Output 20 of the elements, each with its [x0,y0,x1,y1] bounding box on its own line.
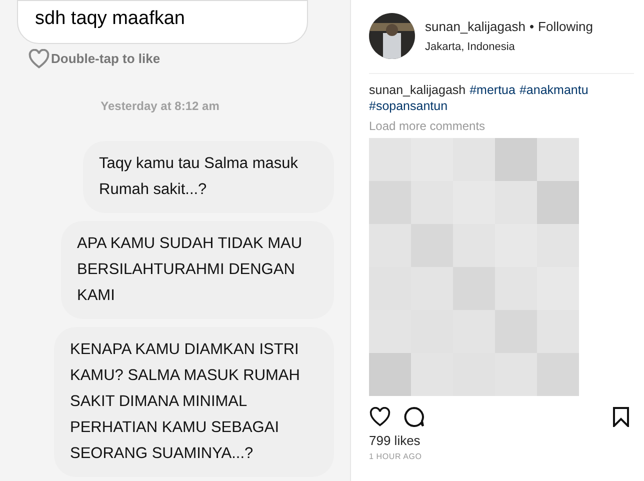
message-bubble: KENAPA KAMU DIAMKAN ISTRI KAMU? SALMA MASUK RUMAH SAKIT DIMANA MINIMAL PERHATIAN KAMU SEBAGAI SEORANG SUAMINYA...? [54,327,334,477]
message-bubble: APA KAMU SUDAH TIDAK MAU BERSILAHTURAHMI DENGAN KAMI [61,221,334,319]
hashtag-link[interactable]: #anakmantu [519,82,588,98]
timestamp: Yesterday at 8:12 am [100,98,220,115]
hashtag-link[interactable]: #sopansantun [369,98,448,114]
likes-count[interactable]: 799 likes [369,433,420,449]
location[interactable]: Jakarta, Indonesia [425,38,593,55]
separator-dot: • [529,18,534,36]
bookmark-icon[interactable] [613,407,629,427]
follow-status[interactable]: Following [538,17,593,36]
like-hint: Double-tap to like [51,50,160,68]
username[interactable]: sunan_kalijagash [425,17,526,36]
caption-username[interactable]: sunan_kalijagash [369,82,466,98]
heart-icon[interactable] [369,407,391,427]
comment-icon[interactable] [403,406,425,428]
avatar[interactable] [369,13,415,59]
message-bubble: sdh taqy maafkan [17,0,308,44]
hashtag-link[interactable]: #mertua [470,82,516,98]
message-bubble: Taqy kamu tau Salma masuk Rumah sakit...? [83,141,334,213]
post-time: 1 HOUR AGO [369,452,422,462]
